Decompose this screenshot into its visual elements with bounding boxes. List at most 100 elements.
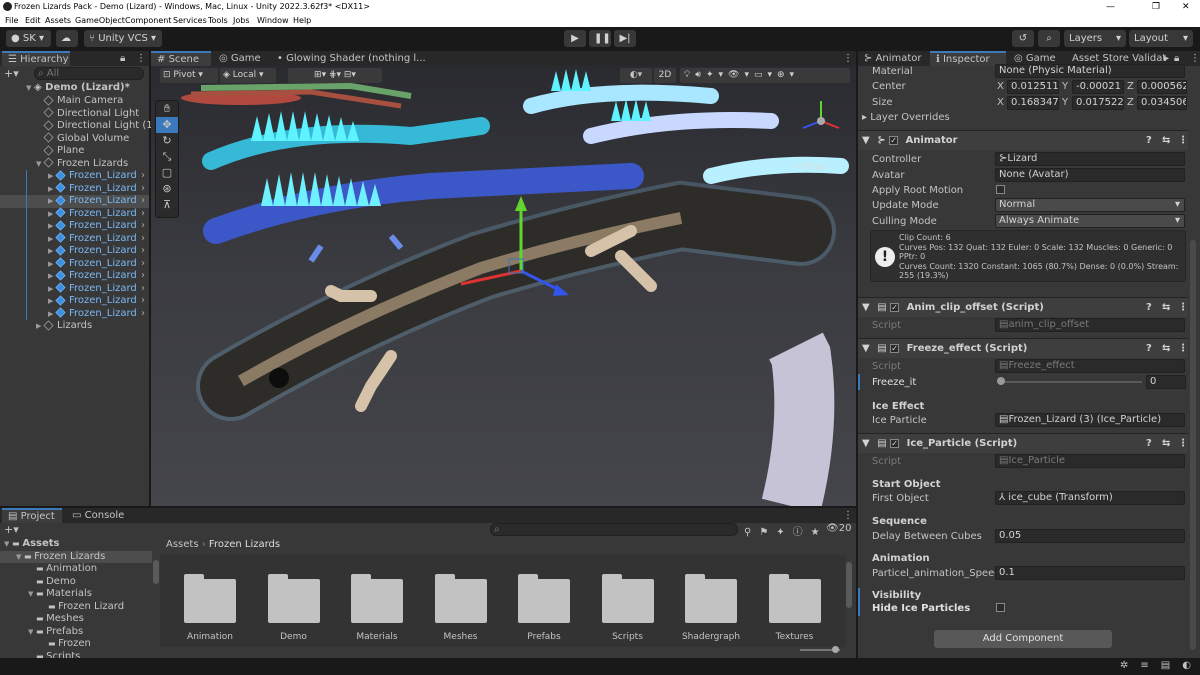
open-prefab-chevron-icon[interactable]: › (141, 195, 145, 208)
open-prefab-chevron-icon[interactable]: › (141, 220, 145, 233)
project-tree-item[interactable]: ▼ ▬ Prefabs (0, 626, 152, 639)
hierarchy-item[interactable]: Global Volume (0, 132, 149, 146)
breadcrumb-assets[interactable]: Assets (166, 539, 199, 550)
open-prefab-chevron-icon[interactable]: › (141, 283, 145, 296)
hierarchy-item-frozen-lizard[interactable]: ▶ Frozen_Lizard › (0, 294, 149, 308)
status-icons[interactable]: ✲≡▤◐ (1120, 660, 1200, 671)
open-prefab-chevron-icon[interactable]: › (141, 233, 145, 246)
project-filter-icons[interactable]: ⚲⚑✦ⓘ★ (744, 523, 828, 538)
asset-folder[interactable]: Meshes (426, 555, 496, 645)
open-prefab-chevron-icon[interactable]: › (141, 170, 145, 183)
project-tree-item[interactable]: ▼ ▬ Assets (0, 538, 152, 551)
hierarchy-item-frozen-lizard[interactable]: ▶ Frozen_Lizard › (0, 244, 149, 258)
presets-icon[interactable]: ⇆ (1162, 131, 1170, 151)
kebab-menu-icon[interactable]: ⋮ (136, 51, 146, 66)
tab-game[interactable]: ◎ Game (213, 51, 268, 66)
menu-jobs[interactable]: Jobs (233, 14, 250, 27)
menu-gameobject[interactable]: GameObject (75, 14, 125, 27)
menu-assets[interactable]: Assets (45, 14, 71, 27)
root-motion-checkbox[interactable] (996, 185, 1005, 194)
open-prefab-chevron-icon[interactable]: › (141, 258, 145, 271)
freeze-effect-header[interactable]: ▼ ▤ ✓ Freeze_effect (Script) ? ⇆ ⋮ (858, 338, 1188, 358)
expand-arrow-icon[interactable]: ▶ (48, 308, 56, 321)
hierarchy-item-frozen-lizard[interactable]: ▶ Frozen_Lizard › (0, 269, 149, 283)
freeze-it-slider-handle[interactable] (997, 377, 1005, 385)
hierarchy-item-frozen-lizard[interactable]: ▶ Frozen_Lizard › (0, 182, 149, 195)
animation-speed-field[interactable]: 0.1 (995, 566, 1185, 580)
breadcrumb-frozen-lizards[interactable]: Frozen Lizards (209, 539, 280, 550)
inspector-kebab-icon[interactable]: ⋮ (1190, 51, 1200, 66)
expand-arrow-icon[interactable]: ▶ (48, 208, 56, 221)
tab-console[interactable]: ▭ Console (66, 508, 126, 523)
layers-dropdown[interactable]: Layers ▾ (1064, 30, 1126, 47)
menu-file[interactable]: File (5, 14, 18, 27)
help-icon[interactable]: ? (1146, 131, 1152, 151)
anim-clip-header[interactable]: ▼ ▤ ✓ Anim_clip_offset (Script) ? ⇆ ⋮ (858, 297, 1188, 317)
hierarchy-item-frozen-lizard[interactable]: ▶ Frozen_Lizard › (0, 219, 149, 233)
expand-arrow-icon[interactable]: ▶ (48, 233, 56, 246)
hierarchy-item-frozen-lizard[interactable]: ▶ Frozen_Lizard › (0, 194, 149, 208)
help-icon[interactable]: ? (1146, 434, 1152, 454)
pause-button[interactable]: ❚❚ (589, 30, 611, 47)
size-x-field[interactable]: 0.1683471 (1007, 96, 1059, 110)
expand-arrow-icon[interactable]: ▶ (48, 170, 56, 183)
size-y-field[interactable]: 0.0175227 (1072, 96, 1124, 110)
hierarchy-item[interactable]: Plane (0, 144, 149, 158)
expand-arrow-icon[interactable]: ▶ (48, 195, 56, 208)
move-tool-icon[interactable]: ✥ (156, 117, 178, 133)
project-tree-item[interactable]: ▼ ▬ Materials (0, 588, 152, 601)
freeze-it-slider[interactable] (1000, 381, 1142, 383)
lock-icon[interactable]: 🔒︎ (120, 51, 125, 66)
scene-view-options[interactable]: 💡︎🔊︎✦▾👁︎▾▭▾⊕▾ (680, 68, 850, 83)
scale-tool-icon[interactable]: ⤡ (156, 149, 178, 165)
component-menu-icon[interactable]: ⋮ (1178, 434, 1188, 454)
help-icon[interactable]: ? (1146, 298, 1152, 318)
asset-folder[interactable]: Shadergraph (676, 555, 746, 645)
expand-arrow-icon[interactable]: ▼ (16, 551, 24, 564)
expand-arrow-icon[interactable]: ▼ (36, 158, 44, 171)
controller-field[interactable]: ⊱Lizard (995, 152, 1185, 166)
hierarchy-item-frozen-lizard[interactable]: ▶ Frozen_Lizard › (0, 307, 149, 321)
anim-clip-enabled-checkbox[interactable]: ✓ (890, 302, 900, 312)
custom-tool-icon[interactable]: ⊼ (156, 197, 178, 213)
mode-2d-button[interactable]: 2D (654, 68, 676, 83)
center-y-field[interactable]: -0.00021 (1072, 80, 1124, 94)
layer-overrides-foldout[interactable]: ▸ Layer Overrides (862, 112, 950, 123)
expand-arrow-icon[interactable]: ▼ (4, 538, 12, 551)
project-tree-item[interactable]: ▼ ▬ Frozen Lizards (0, 550, 152, 564)
zoom-slider-handle[interactable] (832, 646, 839, 653)
expand-arrow-icon[interactable]: ▶ (48, 283, 56, 296)
ice-particle-header[interactable]: ▼ ▤ ✓ Ice_Particle (Script) ? ⇆ ⋮ (858, 433, 1188, 453)
open-prefab-chevron-icon[interactable]: › (141, 208, 145, 221)
asset-folder[interactable]: Animation (175, 555, 245, 645)
expand-arrow-icon[interactable]: ▶ (48, 295, 56, 308)
project-tree-item[interactable]: ▬ Animation (0, 563, 152, 576)
maximize-button[interactable]: ❐ (1152, 0, 1160, 14)
expand-arrow-icon[interactable]: ▶ (48, 258, 56, 271)
component-menu-icon[interactable]: ⋮ (1178, 131, 1188, 151)
vcs-button[interactable]: ⑂ Unity VCS ▾ (84, 30, 162, 47)
asset-folder[interactable]: Scripts (593, 555, 663, 645)
presets-icon[interactable]: ⇆ (1162, 339, 1170, 359)
close-button[interactable]: ✕ (1182, 0, 1190, 14)
scene-root[interactable]: ▼ ◈ Demo (Lizard)* (26, 82, 149, 95)
expand-arrow-icon[interactable]: ▶ (48, 245, 56, 258)
open-prefab-chevron-icon[interactable]: › (141, 270, 145, 283)
menu-component[interactable]: Component (125, 14, 171, 27)
project-tree-item[interactable]: ▬ Frozen Lizard (0, 601, 152, 614)
culling-mode-dropdown[interactable]: Always Animate ▾ (995, 214, 1185, 228)
presets-icon[interactable]: ⇆ (1162, 298, 1170, 318)
project-tree-item[interactable]: ▬ Scripts (0, 651, 152, 659)
update-mode-dropdown[interactable]: Normal ▾ (995, 198, 1185, 212)
hierarchy-item[interactable]: ▶ Lizards (0, 319, 149, 333)
freeze-effect-enabled-checkbox[interactable]: ✓ (890, 343, 900, 353)
hierarchy-item[interactable]: Main Camera (0, 94, 149, 108)
step-button[interactable]: ▶| (614, 30, 636, 47)
menu-help[interactable]: Help (293, 14, 311, 27)
animator-enabled-checkbox[interactable]: ✓ (889, 135, 899, 145)
center-z-field[interactable]: 0.000562 (1137, 80, 1187, 94)
ice-particle-field[interactable]: ▤Frozen_Lizard (3) (Ice_Particle) (995, 413, 1185, 427)
avatar-field[interactable]: None (Avatar) (995, 168, 1185, 182)
hierarchy-item-frozen-lizard[interactable]: ▶ Frozen_Lizard › (0, 282, 149, 296)
add-object-button[interactable]: +▾ (4, 68, 22, 80)
